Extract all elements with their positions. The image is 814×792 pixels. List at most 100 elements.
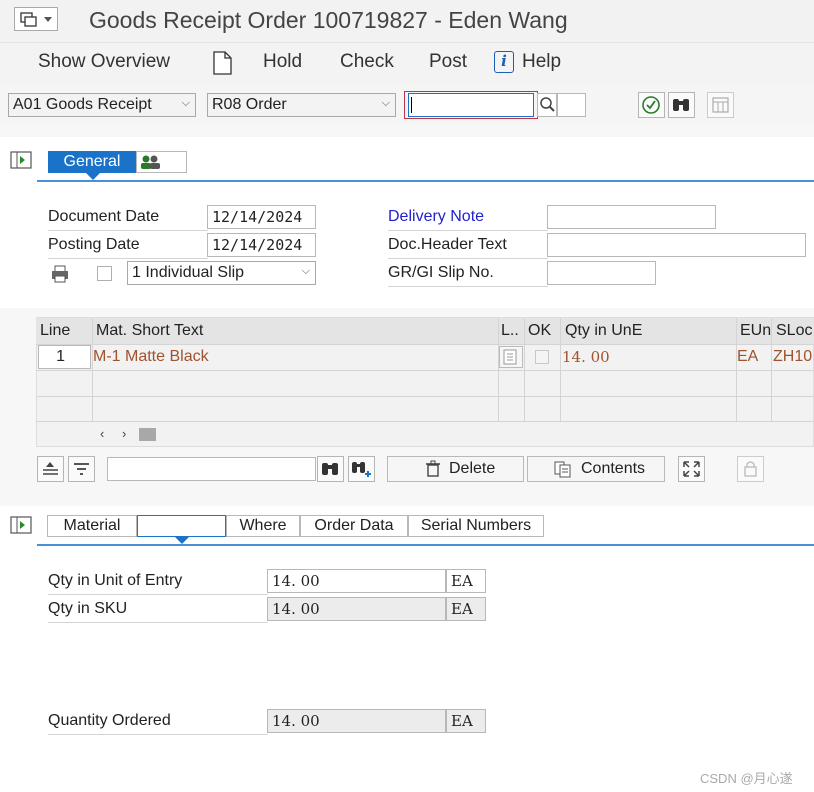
binoculars-icon [673, 99, 689, 111]
tab-quantity[interactable]: Quantity [137, 515, 226, 537]
tab-general[interactable]: General [48, 151, 136, 173]
scroll-left-icon[interactable]: ‹ [100, 426, 104, 441]
horizontal-scrollbar-thumb[interactable] [139, 428, 156, 441]
text-cursor [411, 97, 412, 113]
scroll-right-icon[interactable]: › [122, 426, 126, 441]
expand-collapse-icon [10, 151, 32, 169]
print-checkbox[interactable] [97, 266, 112, 281]
chevron-down-icon: ⌵ [301, 265, 310, 277]
layout-button[interactable] [707, 92, 734, 118]
check-button[interactable]: Check [340, 51, 394, 73]
expand-button[interactable] [678, 456, 705, 482]
column-header-sloc[interactable]: SLoc [776, 322, 812, 340]
column-header-mat-short-text[interactable]: Mat. Short Text [96, 322, 203, 340]
qty-entry-label: Qty in Unit of Entry [48, 572, 268, 595]
show-overview-button[interactable]: Show Overview [38, 51, 170, 73]
delete-button-label: Delete [449, 460, 496, 477]
contents-icon [554, 461, 571, 478]
gr-gi-slip-field[interactable] [547, 261, 656, 285]
delete-button[interactable]: Delete [387, 456, 524, 482]
binoculars-plus-icon [352, 462, 371, 477]
column-header-l[interactable]: L.. [501, 322, 519, 340]
row-qty-in-une[interactable]: 14. 00 [562, 348, 610, 366]
qty-sku-field: 14. 00 [267, 597, 446, 621]
filter-button[interactable] [68, 456, 95, 482]
delivery-note-field[interactable] [547, 205, 716, 229]
document-list-icon [503, 349, 517, 365]
tab-serial-numbers[interactable]: Serial Numbers [408, 515, 544, 537]
gr-gi-slip-label: GR/GI Slip No. [388, 264, 548, 287]
column-header-eun[interactable]: EUn [740, 322, 771, 340]
trash-icon [426, 460, 440, 477]
posting-date-field[interactable]: 12/14/2024 [207, 233, 316, 257]
document-date-field[interactable]: 12/14/2024 [207, 205, 316, 229]
column-header-line[interactable]: Line [40, 322, 70, 340]
chevron-down-icon: ⌵ [381, 97, 390, 109]
active-tab-pointer [175, 537, 189, 544]
search-icon [540, 97, 555, 112]
expand-collapse-icon [10, 516, 32, 534]
row-eun[interactable]: EA [737, 348, 758, 366]
hold-button[interactable]: Hold [263, 51, 302, 73]
find-button[interactable] [668, 92, 695, 118]
execute-button[interactable] [638, 92, 665, 118]
menu-icon [20, 12, 52, 27]
row-ok-checkbox[interactable] [535, 350, 549, 364]
align-icon [43, 462, 58, 475]
partners-icon [141, 155, 160, 169]
column-header-qty-in-une[interactable]: Qty in UnE [565, 322, 642, 340]
qty-entry-field[interactable]: 14. 00 [267, 569, 446, 593]
qty-entry-unit-field[interactable]: EA [446, 569, 486, 593]
tab-order-data[interactable]: Order Data [300, 515, 408, 537]
row-sloc[interactable]: ZH10 [773, 348, 812, 366]
table-find-next-button[interactable] [348, 456, 375, 482]
active-tab-pointer [86, 173, 100, 180]
tab-underline [37, 180, 814, 182]
tab-material[interactable]: Material [47, 515, 137, 537]
watermark: CSDN @月心遂 [700, 771, 793, 786]
slip-option-value: 1 Individual Slip [132, 264, 245, 281]
qty-sku-label: Qty in SKU [48, 600, 268, 623]
posting-date-label: Posting Date [48, 236, 208, 259]
table-find-button[interactable] [317, 456, 344, 482]
info-icon[interactable]: i [494, 51, 514, 73]
table-row[interactable]: 1 M-1 Matte Black 14. 00 EA ZH10 [36, 345, 814, 370]
detail-panel [0, 506, 814, 792]
search-extra-field[interactable] [557, 93, 586, 117]
reference-select-value: R08 Order [212, 96, 287, 113]
doc-header-text-label: Doc.Header Text [388, 236, 548, 259]
print-icon[interactable] [50, 264, 70, 289]
table-search-input[interactable] [107, 457, 316, 481]
action-select-value: A01 Goods Receipt [13, 96, 152, 113]
row-mat-short-text[interactable]: M-1 Matte Black [93, 348, 209, 366]
slip-option-select[interactable]: 1 Individual Slip ⌵ [127, 261, 316, 285]
tab-partners[interactable] [136, 151, 187, 173]
collapse-detail-button[interactable] [8, 514, 34, 536]
delivery-note-label[interactable]: Delivery Note [388, 208, 548, 231]
search-input[interactable] [408, 93, 534, 117]
doc-header-text-field[interactable] [547, 233, 806, 257]
help-button[interactable]: Help [522, 51, 561, 73]
column-header-ok[interactable]: OK [528, 322, 551, 340]
reference-select[interactable]: R08 Order ⌵ [207, 93, 396, 117]
tab-underline [37, 544, 814, 546]
binoculars-icon [322, 463, 338, 475]
qty-sku-unit-field: EA [446, 597, 486, 621]
disabled-action-button[interactable] [737, 456, 764, 482]
tab-where[interactable]: Where [226, 515, 300, 537]
table-icon [712, 97, 729, 113]
chevron-down-icon: ⌵ [181, 97, 190, 109]
expand-arrows-icon [683, 461, 700, 477]
collapse-header-button[interactable] [8, 149, 34, 171]
action-select[interactable]: A01 Goods Receipt ⌵ [8, 93, 196, 117]
contents-button[interactable]: Contents [527, 456, 665, 482]
sort-ascending-button[interactable] [37, 456, 64, 482]
search-help-button[interactable] [537, 93, 557, 117]
system-menu-button[interactable] [14, 7, 58, 31]
document-icon[interactable] [212, 51, 232, 80]
row-detail-button[interactable] [499, 346, 523, 368]
lock-icon [744, 461, 757, 477]
post-button[interactable]: Post [429, 51, 467, 73]
filter-icon [74, 463, 89, 475]
row-line-field[interactable]: 1 [38, 345, 91, 369]
